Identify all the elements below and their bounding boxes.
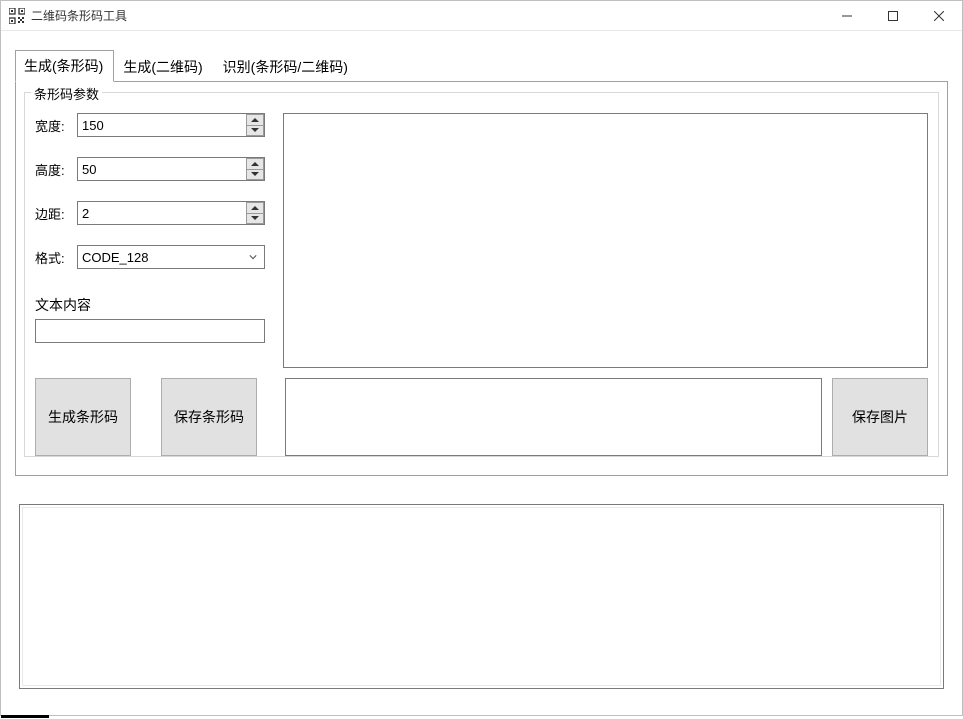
log-textarea[interactable] [19,504,944,689]
format-label: 格式: [35,248,77,267]
generate-barcode-button[interactable]: 生成条形码 [35,378,131,456]
window-controls [824,1,962,30]
save-image-button[interactable]: 保存图片 [832,378,928,456]
chevron-down-icon [251,172,259,176]
tab-recognize[interactable]: 识别(条形码/二维码) [214,51,359,82]
param-column: 宽度: 高度: [35,113,265,368]
qrcode-app-icon [9,8,25,24]
chevron-down-icon [251,216,259,220]
tab-strip: 生成(条形码) 生成(二维码) 识别(条形码/二维码) [15,49,948,81]
margin-spin-down[interactable] [246,214,264,225]
barcode-params-group: 条形码参数 宽度: [24,92,939,457]
chevron-down-icon [251,128,259,132]
width-spin-down[interactable] [246,126,264,137]
width-input[interactable] [77,113,265,137]
margin-spin-up[interactable] [246,202,264,214]
tab-generate-qrcode[interactable]: 生成(二维码) [114,51,213,82]
tab-page-generate-barcode: 条形码参数 宽度: [15,81,948,476]
text-content-input[interactable] [35,319,265,343]
app-window: 二维码条形码工具 生成(条形码) 生成(二维码) 识别(条形码/二维码) 条形码… [0,0,963,716]
width-label: 宽度: [35,116,77,135]
tab-generate-barcode[interactable]: 生成(条形码) [15,50,114,82]
height-spin-down[interactable] [246,170,264,181]
height-label: 高度: [35,160,77,179]
margin-label: 边距: [35,204,77,223]
chevron-down-icon [249,253,257,261]
save-barcode-button[interactable]: 保存条形码 [161,378,257,456]
barcode-preview [283,113,928,368]
footer-strip [1,715,49,718]
maximize-button[interactable] [870,1,916,31]
height-input[interactable] [77,157,265,181]
titlebar: 二维码条形码工具 [1,1,962,31]
window-title: 二维码条形码工具 [31,7,824,24]
chevron-up-icon [251,206,259,210]
result-text-box[interactable] [285,378,822,456]
format-select-caret[interactable] [244,246,262,268]
chevron-up-icon [251,118,259,122]
margin-input[interactable] [77,201,265,225]
minimize-button[interactable] [824,1,870,31]
text-content-label: 文本内容 [35,295,265,315]
close-button[interactable] [916,1,962,31]
height-spin-up[interactable] [246,158,264,170]
chevron-up-icon [251,162,259,166]
groupbox-legend: 条形码参数 [31,84,102,103]
format-select[interactable] [77,245,265,269]
width-spin-up[interactable] [246,114,264,126]
